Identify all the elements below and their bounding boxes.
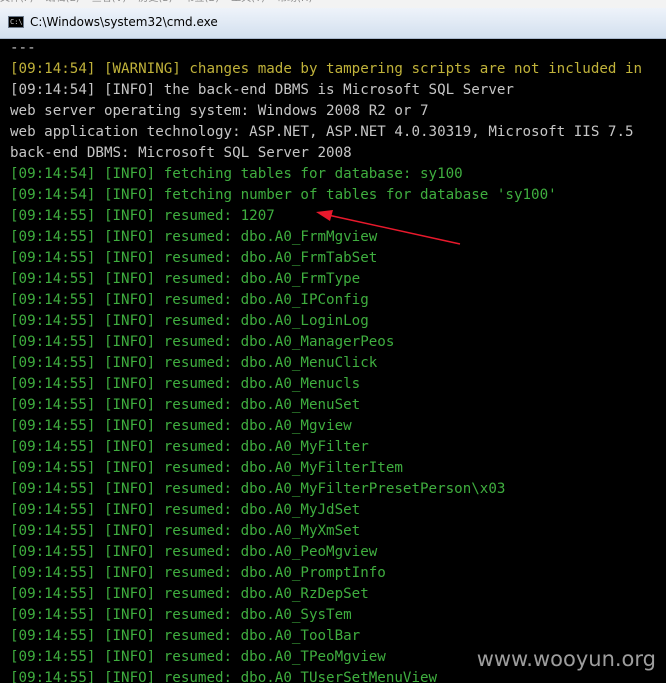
- console-line: [09:14:55] [INFO] resumed: dbo.A0_LoginL…: [10, 313, 369, 329]
- console-line: [09:14:55] [INFO] resumed: dbo.A0_MyFilt…: [10, 460, 403, 476]
- menu-item: 编辑(E): [46, 0, 80, 4]
- window-title: C:\Windows\system32\cmd.exe: [30, 15, 218, 29]
- console-line: [09:14:55] [INFO] resumed: dbo.A0_MyXmSe…: [10, 523, 361, 539]
- console-line: [09:14:55] [INFO] resumed: dbo.A0_RzDepS…: [10, 586, 369, 602]
- menu-item: 历史(S): [138, 0, 172, 4]
- console-line: [09:14:55] [INFO] resumed: dbo.A0_MyFilt…: [10, 481, 506, 497]
- console-line: [09:14:55] [INFO] resumed: dbo.A0_FrmTyp…: [10, 271, 361, 287]
- console-line: [09:14:55] [INFO] resumed: dbo.A0_MyFilt…: [10, 439, 369, 455]
- console-line: web application technology: ASP.NET, ASP…: [10, 124, 634, 140]
- console-line: web server operating system: Windows 200…: [10, 103, 429, 119]
- console-line: [09:14:55] [INFO] resumed: dbo.A0_MenuCl…: [10, 355, 378, 371]
- console-output[interactable]: --- [09:14:54] [WARNING] changes made by …: [0, 39, 666, 683]
- console-line: [09:14:55] [INFO] resumed: dbo.A0_FrmMgv…: [10, 229, 378, 245]
- console-line: [09:14:55] [INFO] resumed: 1207: [10, 208, 275, 224]
- console-line: [09:14:55] [INFO] resumed: dbo.A0_Menucl…: [10, 376, 361, 392]
- watermark: www.wooyun.org: [476, 647, 656, 671]
- console-line: [09:14:54] [INFO] the back-end DBMS is M…: [10, 82, 514, 98]
- menu-item: 查看(V): [92, 0, 127, 4]
- console-line: [09:14:54] [WARNING] changes made by tam…: [10, 61, 643, 77]
- console-line: back-end DBMS: Microsoft SQL Server 2008: [10, 145, 352, 161]
- title-bar[interactable]: C:\ C:\Windows\system32\cmd.exe: [0, 8, 666, 39]
- menu-item: 书签(B): [185, 0, 220, 4]
- console-line: [09:14:54] [INFO] fetching number of tab…: [10, 187, 557, 203]
- console-line: [09:14:55] [INFO] resumed: dbo.A0_Prompt…: [10, 565, 386, 581]
- console-line: [09:14:55] [INFO] resumed: dbo.A0_MenuSe…: [10, 397, 361, 413]
- cmd-window: 文件(F) 编辑(E) 查看(V) 历史(S) 书签(B) 工具(T) 帮助(H) C:\ …: [0, 0, 666, 683]
- console-line: [09:14:55] [INFO] resumed: dbo.A0_SysTem: [10, 607, 352, 623]
- console-line: [09:14:55] [INFO] resumed: dbo.A0_FrmTab…: [10, 250, 378, 266]
- console-line: ---: [10, 40, 36, 56]
- console-line: [09:14:55] [INFO] resumed: dbo.A0_Manage…: [10, 334, 395, 350]
- menu-item: 帮助(H): [277, 0, 312, 4]
- menu-item: 工具(T): [231, 0, 265, 4]
- console-line: [09:14:55] [INFO] resumed: dbo.A0_Mgview: [10, 418, 352, 434]
- console-line: [09:14:55] [INFO] resumed: dbo.A0_IPConf…: [10, 292, 369, 308]
- console-line: [09:14:55] [INFO] resumed: dbo.A0_TUserS…: [10, 670, 438, 683]
- console-line: [09:14:55] [INFO] resumed: dbo.A0_MyJdSe…: [10, 502, 361, 518]
- console-line: [09:14:55] [INFO] resumed: dbo.A0_PeoMgv…: [10, 544, 378, 560]
- background-menu-strip: 文件(F) 编辑(E) 查看(V) 历史(S) 书签(B) 工具(T) 帮助(H): [0, 0, 666, 8]
- cmd-icon: C:\: [8, 16, 24, 28]
- menu-item: 文件(F): [0, 0, 34, 4]
- console-line: [09:14:55] [INFO] resumed: dbo.A0_TPeoMg…: [10, 649, 386, 665]
- console-line: [09:14:54] [INFO] fetching tables for da…: [10, 166, 463, 182]
- console-line: [09:14:55] [INFO] resumed: dbo.A0_ToolBa…: [10, 628, 361, 644]
